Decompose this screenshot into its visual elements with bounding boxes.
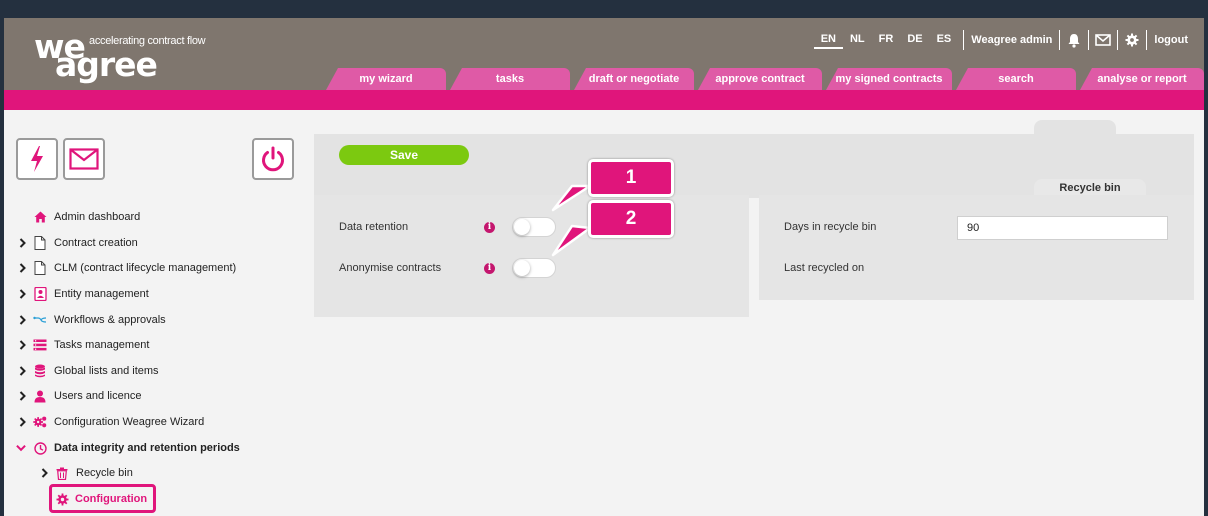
chevron-down-icon xyxy=(16,443,26,453)
sidebar-item-label: Admin dashboard xyxy=(54,211,141,223)
document-icon xyxy=(33,261,47,275)
envelope-icon xyxy=(69,148,99,170)
gears-icon xyxy=(33,415,47,429)
lightning-icon xyxy=(31,146,43,172)
envelope-icon[interactable] xyxy=(1094,31,1112,49)
data-retention-toggle[interactable] xyxy=(512,217,556,237)
save-button[interactable]: Save xyxy=(339,145,469,165)
divider xyxy=(963,30,965,50)
days-in-recycle-bin-label: Days in recycle bin xyxy=(784,221,877,233)
home-icon xyxy=(33,210,47,224)
sidebar-item-label: Contract creation xyxy=(54,237,138,249)
workflow-icon xyxy=(33,313,47,327)
sidebar-item-label: Configuration Weagree Wizard xyxy=(54,416,205,428)
recycle-bin-panel xyxy=(759,195,1194,300)
accent-bar xyxy=(4,90,1204,110)
sidebar-item-label: Users and licence xyxy=(54,390,142,402)
bell-icon[interactable] xyxy=(1065,31,1083,49)
anonymise-contracts-label: Anonymise contracts xyxy=(339,262,442,274)
last-recycled-label: Last recycled on xyxy=(784,262,865,274)
info-icon[interactable]: i xyxy=(484,263,495,274)
divider xyxy=(1146,30,1148,50)
sidebar-item-label: Data integrity and retention periods xyxy=(54,442,240,454)
chevron-right-icon xyxy=(17,315,27,325)
power-button[interactable] xyxy=(252,138,294,180)
sidebar-item-label: Tasks management xyxy=(54,339,150,351)
main-nav-tabs: my wizard tasks draft or negotiate appro… xyxy=(4,68,1204,90)
data-retention-label: Data retention xyxy=(339,221,409,233)
tab-approve-contract[interactable]: approve contract xyxy=(698,68,822,90)
gear-icon[interactable] xyxy=(1123,31,1141,49)
lang-es[interactable]: ES xyxy=(930,31,959,49)
document-icon xyxy=(33,236,47,250)
tab-analyse-or-report[interactable]: analyse or report xyxy=(1080,68,1204,90)
database-icon xyxy=(33,364,47,378)
chevron-right-icon xyxy=(17,238,27,248)
task-list-icon xyxy=(33,338,47,352)
chevron-right-icon xyxy=(39,468,49,478)
retention-settings-panel xyxy=(314,195,749,317)
user-icon xyxy=(33,389,47,403)
sidebar-item-label: Global lists and items xyxy=(54,365,159,377)
app-window: we accelerating contract flow agree EN N… xyxy=(4,18,1204,516)
trash-icon xyxy=(55,466,69,480)
info-icon[interactable]: i xyxy=(484,222,495,233)
toggle-knob xyxy=(514,219,530,235)
power-icon xyxy=(262,146,284,172)
divider xyxy=(1117,30,1119,50)
chevron-right-icon xyxy=(17,263,27,273)
callout-2: 2 xyxy=(588,200,674,238)
quick-action-button[interactable] xyxy=(16,138,58,180)
anonymise-contracts-toggle[interactable] xyxy=(512,258,556,278)
contact-card-icon xyxy=(33,287,47,301)
sidebar-item-label: Entity management xyxy=(54,288,149,300)
callout-1: 1 xyxy=(588,159,674,197)
divider xyxy=(1059,30,1061,50)
lang-en[interactable]: EN xyxy=(813,31,843,49)
top-bar: EN NL FR DE ES Weagree admin logout xyxy=(813,30,1190,50)
days-in-recycle-bin-input[interactable] xyxy=(957,216,1168,240)
chevron-right-icon xyxy=(17,417,27,427)
chevron-right-icon xyxy=(17,289,27,299)
tab-my-wizard[interactable]: my wizard xyxy=(326,68,446,90)
gear-icon xyxy=(55,492,69,506)
tab-tasks[interactable]: tasks xyxy=(450,68,570,90)
chevron-right-icon xyxy=(17,366,27,376)
tab-search[interactable]: search xyxy=(956,68,1076,90)
lang-nl[interactable]: NL xyxy=(843,31,872,49)
logout-link[interactable]: logout xyxy=(1152,34,1190,46)
sidebar-item-label: Recycle bin xyxy=(76,467,133,479)
divider xyxy=(1088,30,1090,50)
clock-icon xyxy=(33,441,47,455)
tab-my-signed-contracts[interactable]: my signed contracts xyxy=(826,68,952,90)
sidebar-item-label: Workflows & approvals xyxy=(54,314,166,326)
toggle-knob xyxy=(514,260,530,276)
lang-de[interactable]: DE xyxy=(900,31,929,49)
tab-draft-or-negotiate[interactable]: draft or negotiate xyxy=(574,68,694,90)
messages-button[interactable] xyxy=(63,138,105,180)
sidebar-item-label: Configuration xyxy=(75,493,148,505)
sidebar-item-label: CLM (contract lifecycle management) xyxy=(54,262,237,274)
header: we accelerating contract flow agree EN N… xyxy=(4,18,1204,90)
user-name-link[interactable]: Weagree admin xyxy=(969,34,1054,46)
chevron-right-icon xyxy=(17,391,27,401)
chevron-right-icon xyxy=(17,340,27,350)
lang-fr[interactable]: FR xyxy=(872,31,901,49)
